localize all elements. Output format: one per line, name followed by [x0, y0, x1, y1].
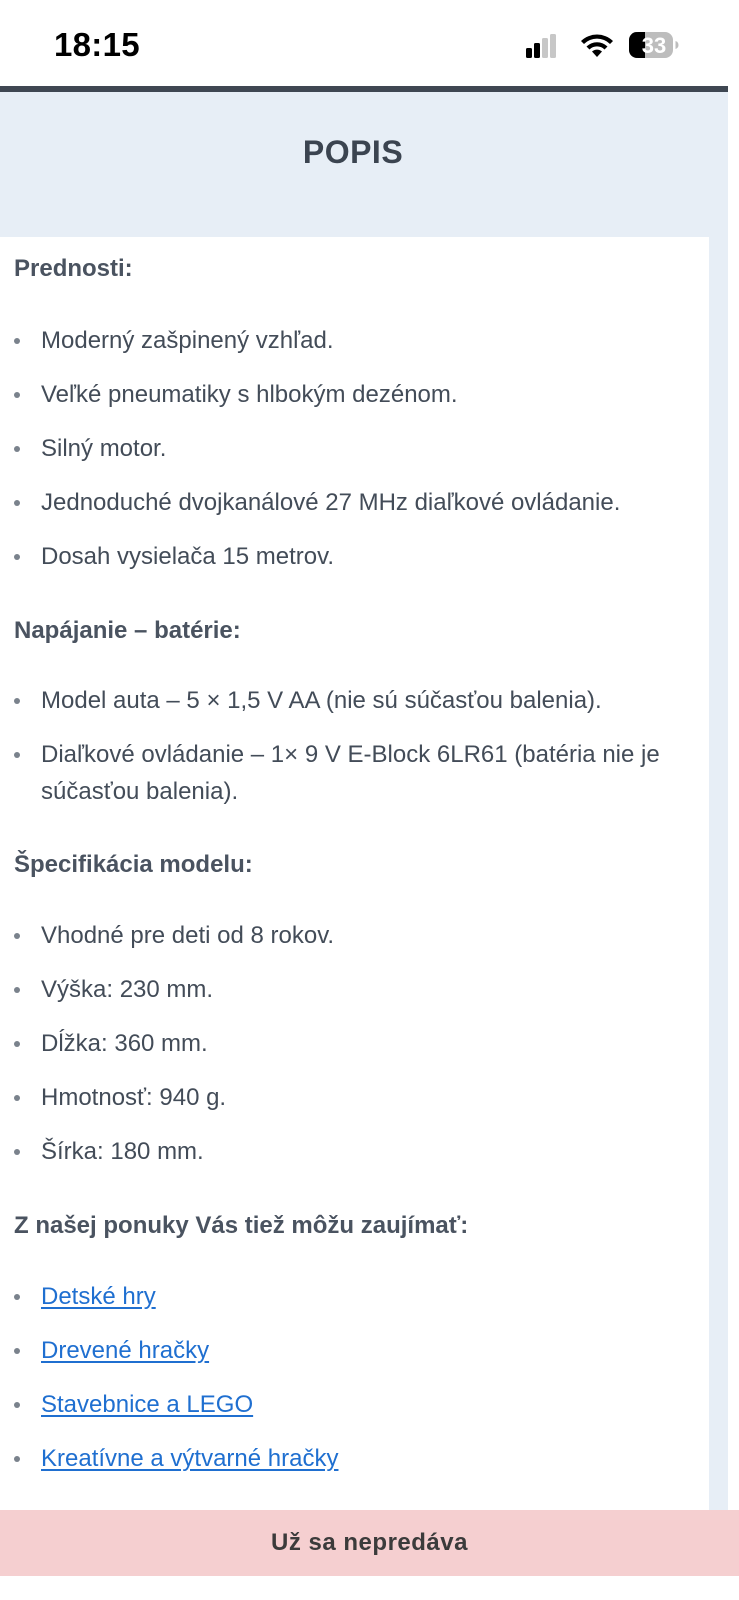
list-item: Dĺžka: 360 mm. — [0, 1025, 700, 1062]
list-item: Hmotnosť: 940 g. — [0, 1079, 700, 1116]
power-heading: Napájanie – batérie: — [14, 617, 241, 644]
home-indicator-area — [0, 1576, 739, 1600]
list-item: Silný motor. — [0, 430, 700, 467]
bullet-icon — [14, 1041, 20, 1047]
list-item: Detské hry — [0, 1278, 700, 1315]
list-item: Diaľkové ovládanie – 1× 9 V E-Block 6LR6… — [0, 736, 700, 810]
bullet-icon — [14, 933, 20, 939]
bullet-icon — [14, 1294, 20, 1300]
power-list: Model auta – 5 × 1,5 V AA (nie sú súčasť… — [0, 682, 700, 810]
scroll-gutter — [728, 86, 739, 1600]
list-item: Vhodné pre deti od 8 rokov. — [0, 917, 700, 954]
bullet-icon — [14, 1095, 20, 1101]
list-item: Kreatívne a výtvarné hračky — [0, 1440, 700, 1477]
status-bar: 18:15 33 — [0, 0, 739, 86]
specs-list: Vhodné pre deti od 8 rokov. Výška: 230 m… — [0, 917, 700, 1170]
bullet-icon — [14, 338, 20, 344]
advantages-heading: Prednosti: — [14, 255, 133, 282]
related-links-list: Detské hry Drevené hračky Stavebnice a L… — [0, 1278, 700, 1477]
bullet-icon — [14, 392, 20, 398]
advantages-list: Moderný zašpinený vzhľad. Veľké pneumati… — [0, 322, 700, 575]
related-heading: Z našej ponuky Vás tiež môžu zaujímať: — [14, 1212, 469, 1239]
list-item: Moderný zašpinený vzhľad. — [0, 322, 700, 359]
list-item: Výška: 230 mm. — [0, 971, 700, 1008]
wifi-icon — [581, 34, 613, 57]
battery-level: 33 — [641, 33, 667, 58]
bullet-icon — [14, 752, 20, 758]
bullet-icon — [14, 698, 20, 704]
bullet-icon — [14, 987, 20, 993]
unavailable-banner: Už sa nepredáva — [0, 1510, 739, 1576]
status-time: 18:15 — [54, 26, 140, 63]
list-item: Stavebnice a LEGO — [0, 1386, 700, 1423]
list-item: Dosah vysielača 15 metrov. — [0, 538, 700, 575]
link-drevene-hracky[interactable]: Drevené hračky — [41, 1337, 209, 1364]
bullet-icon — [14, 1402, 20, 1408]
cellular-signal-icon — [526, 34, 556, 58]
list-item: Drevené hračky — [0, 1332, 700, 1369]
bullet-icon — [14, 1348, 20, 1354]
bullet-icon — [14, 1149, 20, 1155]
bullet-icon — [14, 554, 20, 560]
description-card: Prednosti: Moderný zašpinený vzhľad. Veľ… — [0, 237, 709, 1512]
list-item: Model auta – 5 × 1,5 V AA (nie sú súčasť… — [0, 682, 700, 719]
link-detske-hry[interactable]: Detské hry — [41, 1283, 156, 1310]
specs-heading: Špecifikácia modelu: — [14, 851, 253, 878]
list-item: Šírka: 180 mm. — [0, 1133, 700, 1170]
link-stavebnice-lego[interactable]: Stavebnice a LEGO — [41, 1391, 253, 1418]
bullet-icon — [14, 1456, 20, 1462]
bullet-icon — [14, 446, 20, 452]
link-kreativne-hracky[interactable]: Kreatívne a výtvarné hračky — [41, 1445, 338, 1472]
list-item: Veľké pneumatiky s hlbokým dezénom. — [0, 376, 700, 413]
list-item: Jednoduché dvojkanálové 27 MHz diaľkové … — [0, 484, 700, 521]
section-title: POPIS — [302, 134, 404, 170]
bullet-icon — [14, 500, 20, 506]
